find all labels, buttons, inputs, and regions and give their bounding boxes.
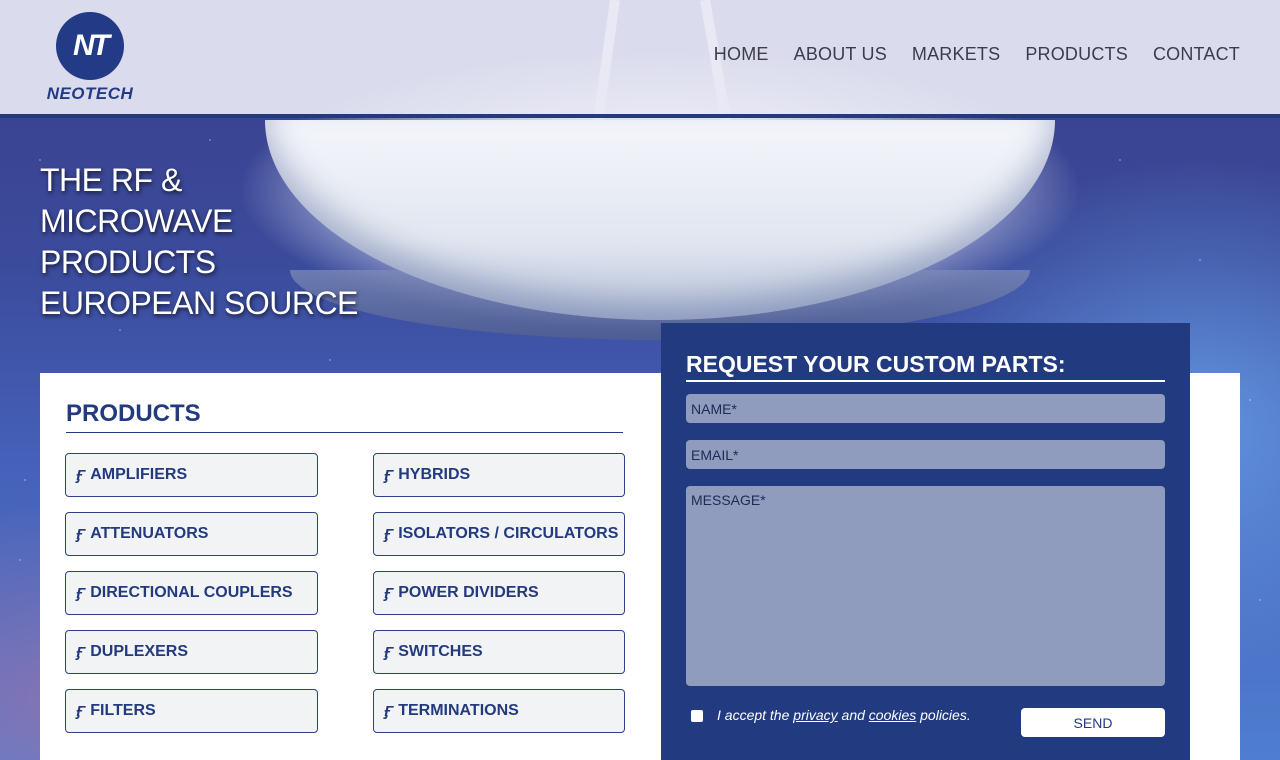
email-input[interactable] xyxy=(686,440,1165,469)
product-label: SWITCHES xyxy=(398,643,483,660)
product-hybrids-button[interactable]: Ӻ HYBRIDS xyxy=(373,453,625,497)
product-label: DUPLEXERS xyxy=(90,643,189,660)
custom-parts-form: REQUEST YOUR CUSTOM PARTS: I accept the … xyxy=(661,323,1190,760)
name-input[interactable] xyxy=(686,394,1165,423)
logo-text: NEOTECH xyxy=(46,84,134,103)
accept-policies-checkbox[interactable] xyxy=(691,710,703,722)
accept-prefix: I accept the xyxy=(717,707,790,723)
product-switches-button[interactable]: Ӻ SWITCHES xyxy=(373,630,625,674)
rf-component-icon: Ӻ xyxy=(384,525,394,543)
product-label: ISOLATORS / CIRCULATORS xyxy=(398,525,619,542)
rf-component-icon: Ӻ xyxy=(76,702,86,720)
accept-and: and xyxy=(841,707,865,723)
rf-component-icon: Ӻ xyxy=(76,643,86,661)
product-filters-button[interactable]: Ӻ FILTERS xyxy=(65,689,318,733)
nav-about-us[interactable]: ABOUT US xyxy=(794,44,887,65)
neotech-logo[interactable]: NT NEOTECH xyxy=(40,12,140,104)
hero-line-3: PRODUCTS xyxy=(40,244,216,280)
product-amplifiers-button[interactable]: Ӻ AMPLIFIERS xyxy=(65,453,318,497)
nav-home[interactable]: HOME xyxy=(714,44,769,65)
rf-component-icon: Ӻ xyxy=(384,643,394,661)
rf-component-icon: Ӻ xyxy=(384,702,394,720)
send-button[interactable]: SEND xyxy=(1021,708,1165,737)
product-label: DIRECTIONAL COUPLERS xyxy=(90,584,293,601)
product-terminations-button[interactable]: Ӻ TERMINATIONS xyxy=(373,689,625,733)
rf-component-icon: Ӻ xyxy=(384,584,394,602)
product-attenuators-button[interactable]: Ӻ ATTENUATORS xyxy=(65,512,318,556)
product-label: AMPLIFIERS xyxy=(90,466,188,483)
hero-title: THE RF & MICROWAVE PRODUCTS EUROPEAN SOU… xyxy=(40,160,360,324)
privacy-link[interactable]: privacy xyxy=(793,707,837,723)
hero-line-1: THE RF & xyxy=(40,162,182,198)
accept-policies-label: I accept the privacy and cookies policie… xyxy=(717,707,971,723)
form-title: REQUEST YOUR CUSTOM PARTS: xyxy=(686,351,1165,382)
product-duplexers-button[interactable]: Ӻ DUPLEXERS xyxy=(65,630,318,674)
product-label: POWER DIVIDERS xyxy=(398,584,539,601)
product-directional-couplers-button[interactable]: Ӻ DIRECTIONAL COUPLERS xyxy=(65,571,318,615)
rf-component-icon: Ӻ xyxy=(384,466,394,484)
hero-line-4: EUROPEAN SOURCE xyxy=(40,285,358,321)
rf-component-icon: Ӻ xyxy=(76,525,86,543)
site-header: NT NEOTECH HOME ABOUT US MARKETS PRODUCT… xyxy=(0,0,1280,118)
product-label: TERMINATIONS xyxy=(398,702,519,719)
accept-suffix: policies. xyxy=(920,707,971,723)
product-label: FILTERS xyxy=(90,702,156,719)
nav-contact[interactable]: CONTACT xyxy=(1153,44,1240,65)
product-label: HYBRIDS xyxy=(398,466,471,483)
product-isolators-circulators-button[interactable]: Ӻ ISOLATORS / CIRCULATORS xyxy=(373,512,625,556)
rf-component-icon: Ӻ xyxy=(76,584,86,602)
products-heading: PRODUCTS xyxy=(66,400,623,433)
nav-markets[interactable]: MARKETS xyxy=(912,44,1000,65)
main-nav: HOME ABOUT US MARKETS PRODUCTS CONTACT xyxy=(714,44,1240,65)
rf-component-icon: Ӻ xyxy=(76,466,86,484)
message-textarea[interactable] xyxy=(686,486,1165,686)
product-label: ATTENUATORS xyxy=(90,525,209,542)
product-power-dividers-button[interactable]: Ӻ POWER DIVIDERS xyxy=(373,571,625,615)
hero-line-2: MICROWAVE xyxy=(40,203,233,239)
nav-products[interactable]: PRODUCTS xyxy=(1025,44,1128,65)
cookies-link[interactable]: cookies xyxy=(869,707,916,723)
logo-mark: NT xyxy=(56,12,124,80)
